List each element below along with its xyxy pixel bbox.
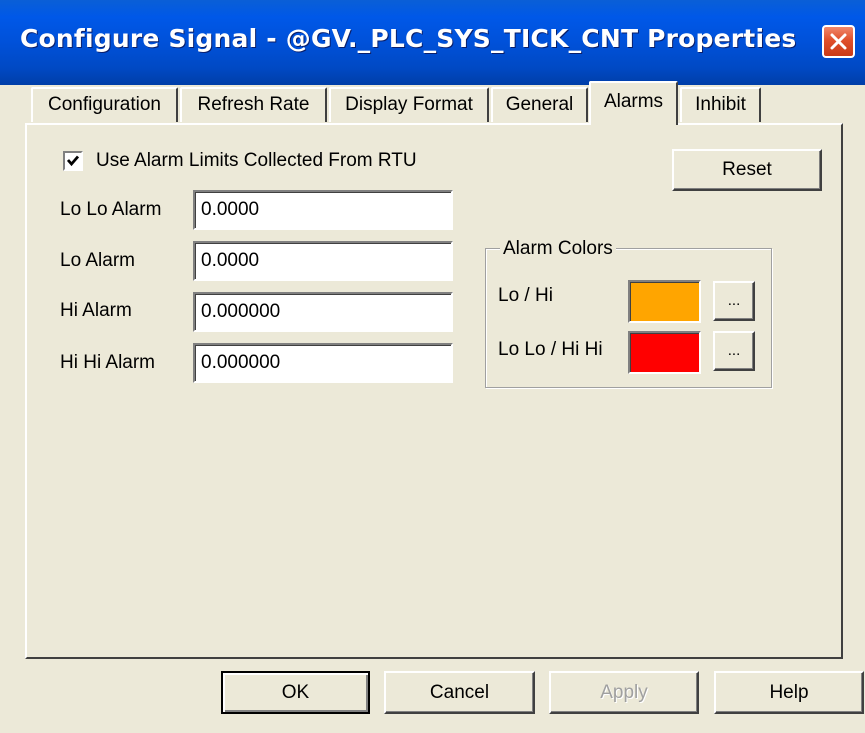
properties-dialog: Configure Signal - @GV._PLC_SYS_TICK_CNT…	[0, 0, 865, 733]
lo-hi-color-label: Lo / Hi	[498, 285, 553, 306]
hi-alarm-label: Hi Alarm	[60, 300, 132, 321]
hi-hi-alarm-label: Hi Hi Alarm	[60, 352, 156, 373]
hi-alarm-field[interactable]	[193, 292, 453, 332]
tab-general[interactable]: General	[491, 87, 588, 122]
window-title: Configure Signal - @GV._PLC_SYS_TICK_CNT…	[20, 24, 797, 53]
lo-alarm-field[interactable]	[193, 241, 453, 281]
lolo-hihi-color-label: Lo Lo / Hi Hi	[498, 339, 603, 360]
tab-configuration[interactable]: Configuration	[31, 87, 178, 122]
cancel-button[interactable]: Cancel	[384, 671, 535, 714]
lolo-hihi-color-swatch	[628, 331, 701, 374]
tab-refresh-rate[interactable]: Refresh Rate	[180, 87, 327, 122]
tab-display-format[interactable]: Display Format	[329, 87, 489, 122]
ok-button[interactable]: OK	[221, 671, 370, 714]
close-button[interactable]	[822, 25, 855, 58]
tab-alarms[interactable]: Alarms	[589, 81, 678, 125]
use-rtu-limits-checkbox[interactable]	[63, 151, 83, 171]
apply-button[interactable]: Apply	[549, 671, 699, 714]
lo-hi-color-swatch	[628, 280, 701, 323]
lolo-hihi-color-picker-button[interactable]: ...	[713, 331, 755, 371]
title-bar[interactable]: Configure Signal - @GV._PLC_SYS_TICK_CNT…	[0, 0, 865, 85]
help-button[interactable]: Help	[714, 671, 864, 714]
lo-lo-alarm-label: Lo Lo Alarm	[60, 199, 162, 220]
hi-hi-alarm-field[interactable]	[193, 343, 453, 383]
lo-alarm-label: Lo Alarm	[60, 250, 135, 271]
close-icon	[830, 33, 847, 50]
reset-button[interactable]: Reset	[672, 149, 822, 191]
tab-inhibit[interactable]: Inhibit	[680, 87, 761, 122]
use-rtu-limits-label[interactable]: Use Alarm Limits Collected From RTU	[96, 150, 417, 172]
lo-hi-color-picker-button[interactable]: ...	[713, 281, 755, 321]
alarm-colors-title: Alarm Colors	[500, 238, 616, 260]
checkmark-icon	[66, 155, 80, 167]
lo-lo-alarm-field[interactable]	[193, 190, 453, 230]
